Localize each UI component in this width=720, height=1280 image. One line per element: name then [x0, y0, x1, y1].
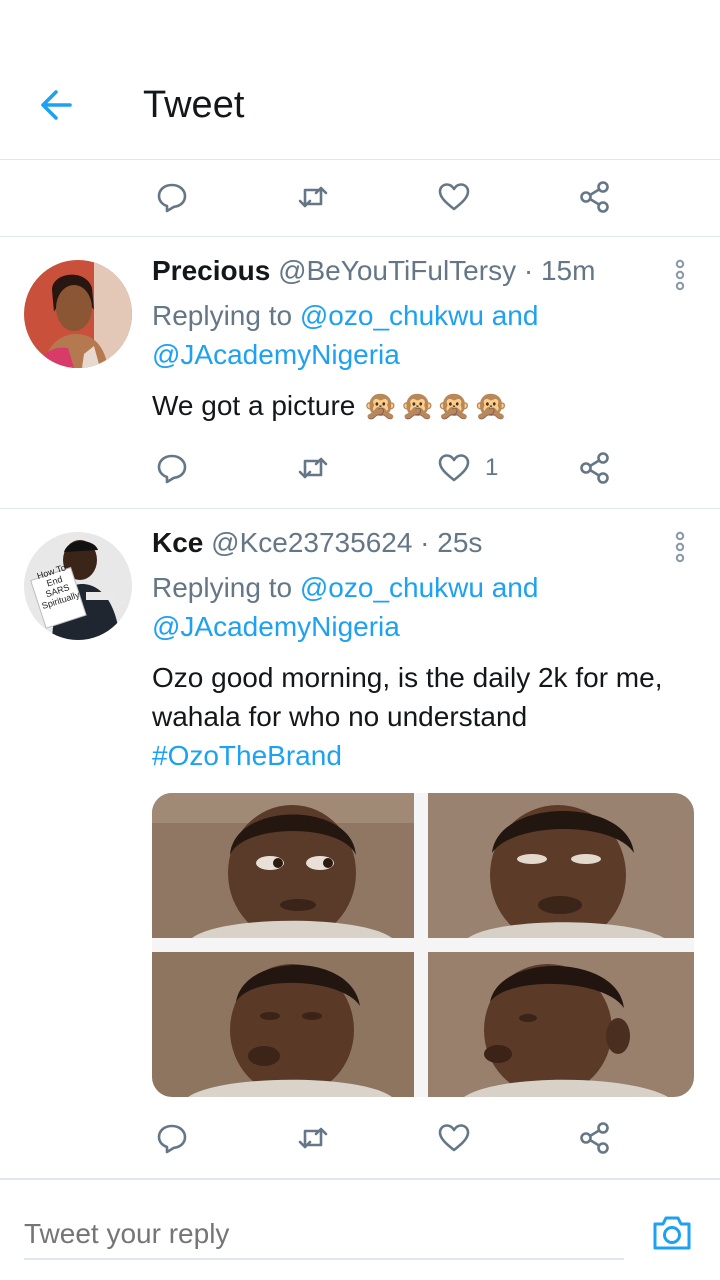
- tweet-time: · 15m: [516, 255, 596, 286]
- tweet-header: Kce @Kce23735624 · 25s: [152, 527, 482, 559]
- tweet-actions: [0, 1109, 720, 1165]
- main-tweet-actions: [0, 168, 720, 224]
- meme-face-image: [428, 793, 694, 938]
- reply-user-link[interactable]: @JAcademyNigeria: [152, 339, 400, 370]
- reply-button[interactable]: [155, 180, 189, 214]
- tweet-time: · 25s: [412, 527, 483, 558]
- share-button[interactable]: [578, 451, 612, 485]
- heart-icon: [438, 454, 470, 482]
- replying-prefix: Replying to: [152, 572, 300, 603]
- tweet-text: We got a picture 🙊🙊🙊🙊: [152, 386, 511, 425]
- tweet-text-content: We got a picture: [152, 390, 356, 421]
- reply-and[interactable]: and: [484, 572, 539, 603]
- meme-panel: [428, 952, 694, 1097]
- replying-to-line2: @JAcademyNigeria: [152, 339, 400, 371]
- tweet-text-line: wahala for who no understand: [152, 701, 528, 732]
- retweet-button[interactable]: [296, 1121, 330, 1155]
- more-vertical-icon: [675, 531, 685, 563]
- back-button[interactable]: [36, 84, 78, 126]
- divider: [0, 508, 720, 509]
- heart-icon: [438, 1124, 470, 1152]
- share-button[interactable]: [578, 1121, 612, 1155]
- reply-and[interactable]: and: [484, 300, 539, 331]
- retweet-button[interactable]: [296, 180, 330, 214]
- tweet-media-image[interactable]: [152, 793, 694, 1097]
- replying-to-line2: @JAcademyNigeria: [152, 611, 400, 643]
- arrow-left-icon: [41, 90, 72, 120]
- more-options-button[interactable]: [668, 530, 692, 564]
- replying-prefix: Replying to: [152, 300, 300, 331]
- heart-icon: [438, 183, 470, 211]
- tweet-actions: 1: [0, 439, 720, 495]
- tweet-header: Precious @BeYouTiFulTersy · 15m: [152, 255, 595, 287]
- meme-face-image: [152, 793, 414, 938]
- user-name[interactable]: Precious: [152, 255, 270, 286]
- meme-panel: [152, 793, 414, 938]
- reply-icon: [157, 183, 187, 213]
- share-button[interactable]: [578, 180, 612, 214]
- more-vertical-icon: [675, 259, 685, 291]
- retweet-icon: [298, 1127, 328, 1149]
- reply-user-link[interactable]: @ozo_chukwu: [300, 572, 484, 603]
- like-button[interactable]: [437, 180, 471, 214]
- like-button[interactable]: 1: [437, 451, 498, 485]
- user-name[interactable]: Kce: [152, 527, 203, 558]
- app-header: Tweet: [0, 0, 720, 160]
- avatar[interactable]: How To End SARS Spiritually: [24, 532, 132, 640]
- reply-composer: [0, 1178, 720, 1280]
- meme-panel: [428, 793, 694, 938]
- meme-face-image: [428, 952, 694, 1097]
- retweet-button[interactable]: [296, 451, 330, 485]
- user-handle[interactable]: @Kce23735624: [211, 527, 412, 558]
- replying-to: Replying to @ozo_chukwu and: [152, 572, 538, 604]
- meme-face-image: [152, 952, 414, 1097]
- reply-user-link[interactable]: @JAcademyNigeria: [152, 611, 400, 642]
- divider: [0, 236, 720, 237]
- share-icon: [580, 181, 609, 213]
- avatar-photo: [24, 260, 132, 368]
- retweet-icon: [298, 186, 328, 208]
- reply-button[interactable]: [155, 451, 189, 485]
- replying-to: Replying to @ozo_chukwu and: [152, 300, 538, 332]
- reply-input[interactable]: [24, 1210, 624, 1260]
- share-icon: [580, 1122, 609, 1154]
- avatar[interactable]: [24, 260, 132, 368]
- like-button[interactable]: [437, 1121, 471, 1155]
- more-options-button[interactable]: [668, 258, 692, 292]
- page-title: Tweet: [143, 84, 245, 126]
- reply-user-link[interactable]: @ozo_chukwu: [300, 300, 484, 331]
- camera-icon: [653, 1216, 691, 1250]
- hashtag-link[interactable]: #OzoTheBrand: [152, 736, 662, 775]
- reply-icon: [157, 1124, 187, 1154]
- emoji-text: 🙊🙊🙊🙊: [363, 389, 511, 422]
- camera-button[interactable]: [650, 1210, 694, 1254]
- share-icon: [580, 452, 609, 484]
- reply-button[interactable]: [155, 1121, 189, 1155]
- reply-icon: [157, 454, 187, 484]
- retweet-icon: [298, 457, 328, 479]
- tweet-text-line: Ozo good morning, is the daily 2k for me…: [152, 662, 663, 693]
- like-count: 1: [485, 454, 499, 481]
- tweet-text: Ozo good morning, is the daily 2k for me…: [152, 658, 662, 775]
- meme-panel: [152, 952, 414, 1097]
- user-handle[interactable]: @BeYouTiFulTersy: [278, 255, 516, 286]
